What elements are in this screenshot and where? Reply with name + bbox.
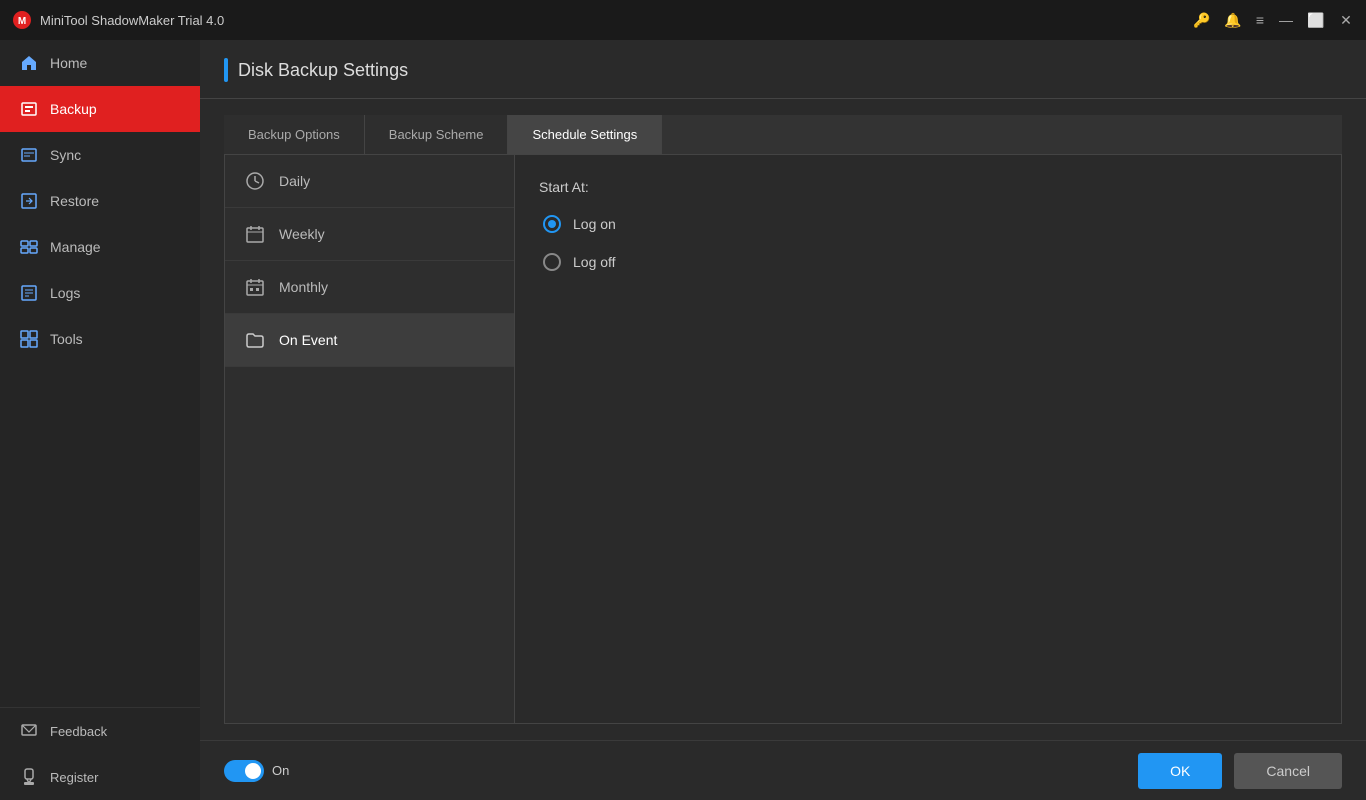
schedule-label-daily: Daily (279, 173, 310, 189)
sidebar-item-register[interactable]: Register (0, 754, 200, 800)
schedule-label-monthly: Monthly (279, 279, 328, 295)
sidebar-label-home: Home (50, 55, 87, 71)
schedule-item-on-event[interactable]: On Event (225, 314, 514, 367)
tab-backup-options[interactable]: Backup Options (224, 115, 365, 154)
minimize-button[interactable]: — (1278, 12, 1294, 28)
sidebar-label-backup: Backup (50, 101, 97, 117)
sidebar-label-manage: Manage (50, 239, 101, 255)
page-header: Disk Backup Settings (200, 40, 1366, 99)
titlebar: M MiniTool ShadowMaker Trial 4.0 🔑 🔔 ≡ —… (0, 0, 1366, 40)
sidebar-label-tools: Tools (50, 331, 83, 347)
folder-icon (245, 330, 265, 350)
tab-schedule-settings[interactable]: Schedule Settings (508, 115, 662, 154)
cancel-button[interactable]: Cancel (1234, 753, 1342, 789)
close-button[interactable]: ✕ (1338, 12, 1354, 28)
app-title: MiniTool ShadowMaker Trial 4.0 (40, 13, 1193, 28)
schedule-item-daily[interactable]: Daily (225, 155, 514, 208)
sidebar-item-restore[interactable]: Restore (0, 178, 200, 224)
radio-circle-log-on[interactable] (543, 215, 561, 233)
schedule-label-weekly: Weekly (279, 226, 325, 242)
toggle-label: On (272, 763, 289, 778)
sidebar-item-manage[interactable]: Manage (0, 224, 200, 270)
radio-item-log-off[interactable]: Log off (543, 253, 1317, 271)
footer: On OK Cancel (200, 740, 1366, 800)
calendar-icon (245, 224, 265, 244)
calendar-month-icon (245, 277, 265, 297)
radio-circle-log-off[interactable] (543, 253, 561, 271)
sidebar-item-tools[interactable]: Tools (0, 316, 200, 362)
svg-text:M: M (18, 16, 26, 27)
sidebar-item-sync[interactable]: Sync (0, 132, 200, 178)
radio-label-log-on: Log on (573, 216, 616, 232)
sidebar-item-logs[interactable]: Logs (0, 270, 200, 316)
toggle-switch[interactable] (224, 760, 264, 782)
restore-icon (20, 192, 38, 210)
settings-panel: Start At: Log on Log off (515, 155, 1341, 723)
home-icon (20, 54, 38, 72)
schedule-item-monthly[interactable]: Monthly (225, 261, 514, 314)
tab-bar: Backup Options Backup Scheme Schedule Se… (224, 115, 1342, 155)
register-icon (20, 768, 38, 786)
dialog-content: Backup Options Backup Scheme Schedule Se… (200, 99, 1366, 740)
radio-label-log-off: Log off (573, 254, 616, 270)
app-logo: M (12, 10, 32, 30)
panel-area: Daily Weekly (224, 155, 1342, 724)
pin-icon[interactable]: 🔑 (1193, 12, 1210, 29)
feedback-icon (20, 722, 38, 740)
sidebar-bottom: Feedback Register (0, 707, 200, 800)
sidebar: Home Backup Sync (0, 40, 200, 800)
content-area: Disk Backup Settings Backup Options Back… (200, 40, 1366, 800)
sidebar-label-logs: Logs (50, 285, 80, 301)
sidebar-item-feedback[interactable]: Feedback (0, 708, 200, 754)
sidebar-item-home[interactable]: Home (0, 40, 200, 86)
sidebar-item-backup[interactable]: Backup (0, 86, 200, 132)
maximize-button[interactable]: ⬜ (1308, 12, 1324, 28)
manage-icon (20, 238, 38, 256)
header-accent (224, 58, 228, 82)
tools-icon (20, 330, 38, 348)
logs-icon (20, 284, 38, 302)
radio-group: Log on Log off (543, 215, 1317, 271)
window-controls: 🔑 🔔 ≡ — ⬜ ✕ (1193, 12, 1354, 29)
sidebar-label-sync: Sync (50, 147, 81, 163)
schedule-item-weekly[interactable]: Weekly (225, 208, 514, 261)
bell-icon[interactable]: 🔔 (1224, 12, 1241, 29)
toggle-area: On (224, 760, 289, 782)
ok-button[interactable]: OK (1138, 753, 1222, 789)
schedule-list: Daily Weekly (225, 155, 515, 723)
backup-icon (20, 100, 38, 118)
sync-icon (20, 146, 38, 164)
menu-icon[interactable]: ≡ (1256, 12, 1264, 28)
page-title: Disk Backup Settings (238, 60, 408, 81)
schedule-label-on-event: On Event (279, 332, 337, 348)
radio-item-log-on[interactable]: Log on (543, 215, 1317, 233)
start-at-label: Start At: (539, 179, 1317, 195)
sidebar-label-register: Register (50, 770, 98, 785)
clock-icon (245, 171, 265, 191)
sidebar-label-restore: Restore (50, 193, 99, 209)
sidebar-label-feedback: Feedback (50, 724, 107, 739)
main-layout: Home Backup Sync (0, 40, 1366, 800)
tab-backup-scheme[interactable]: Backup Scheme (365, 115, 509, 154)
